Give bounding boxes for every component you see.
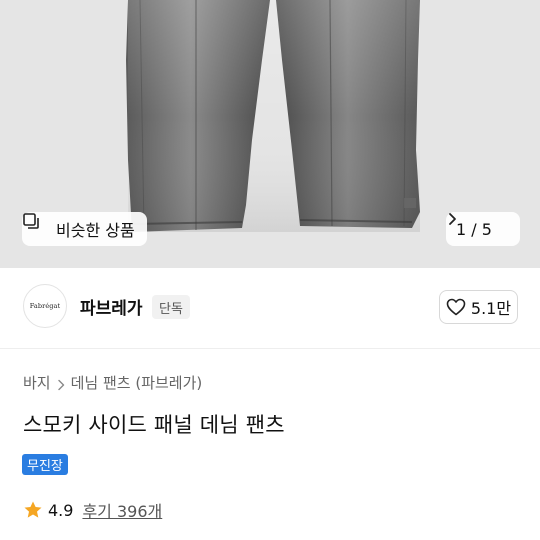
breadcrumb: 바지 데님 팬츠 (파브레가) [23, 372, 202, 393]
heart-icon [446, 298, 466, 316]
exclusive-badge: 단독 [152, 295, 190, 319]
like-button[interactable]: 5.1만 [439, 290, 518, 324]
breadcrumb-item-pants[interactable]: 바지 [23, 372, 51, 393]
product-title: 스모키 사이드 패널 데님 팬츠 [23, 413, 285, 437]
image-counter-text: 1 / 5 [456, 219, 492, 239]
shop-logo[interactable]: Fabrégat [23, 284, 67, 328]
similar-products-label: 비슷한 상품 [56, 221, 135, 240]
review-count-link[interactable]: 후기 396개 [82, 498, 162, 522]
chevron-right-icon [449, 213, 510, 236]
musinsa-tag: 무진장 [22, 454, 68, 475]
like-count: 5.1만 [470, 299, 512, 318]
star-icon [23, 500, 43, 520]
product-image-gallery[interactable]: 비슷한 상품 1 / 5 [0, 0, 540, 268]
shop-info-row: Fabrégat 파브레가 단독 5.1만 [0, 268, 540, 348]
chevron-right-icon [57, 377, 65, 390]
shop-name[interactable]: 파브레가 [80, 294, 143, 319]
similar-products-button[interactable]: 비슷한 상품 [22, 212, 147, 246]
shop-logo-text: Fabrégat [29, 302, 61, 310]
section-divider [0, 348, 540, 349]
image-counter-button[interactable]: 1 / 5 [446, 212, 520, 246]
rating-row: 4.9 후기 396개 [23, 498, 162, 522]
breadcrumb-item-denim[interactable]: 데님 팬츠 (파브레가) [71, 372, 203, 393]
similar-icon [23, 213, 50, 238]
rating-score: 4.9 [48, 500, 74, 520]
